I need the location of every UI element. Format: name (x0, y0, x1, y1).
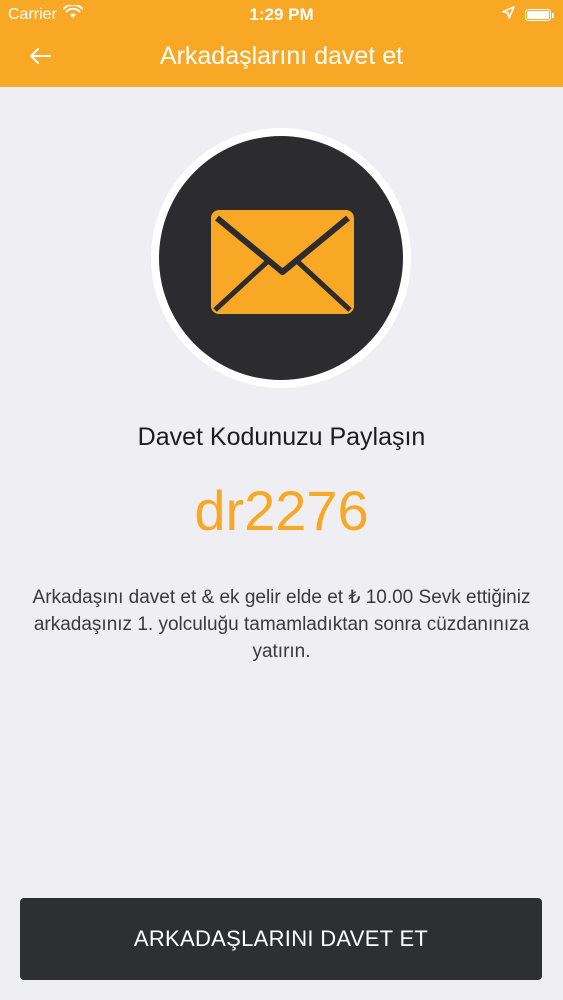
envelope-icon (211, 210, 354, 314)
nav-bar: Arkadaşlarını davet et (0, 30, 563, 87)
status-bar: Carrier 1:29 PM (0, 0, 563, 30)
status-bar-right (502, 6, 554, 24)
status-time: 1:29 PM (249, 5, 314, 24)
invite-friends-button[interactable]: ARKADAŞLARINI DAVET ET (20, 898, 542, 980)
invite-code: dr2276 (194, 479, 369, 542)
location-icon (502, 6, 515, 24)
page-title: Arkadaşlarını davet et (159, 42, 404, 70)
battery-icon (525, 9, 554, 21)
referral-description: Arkadaşını davet et & ek gelir elde et ₺… (32, 587, 531, 662)
share-code-title: Davet Kodunuzu Paylaşın (137, 423, 426, 451)
